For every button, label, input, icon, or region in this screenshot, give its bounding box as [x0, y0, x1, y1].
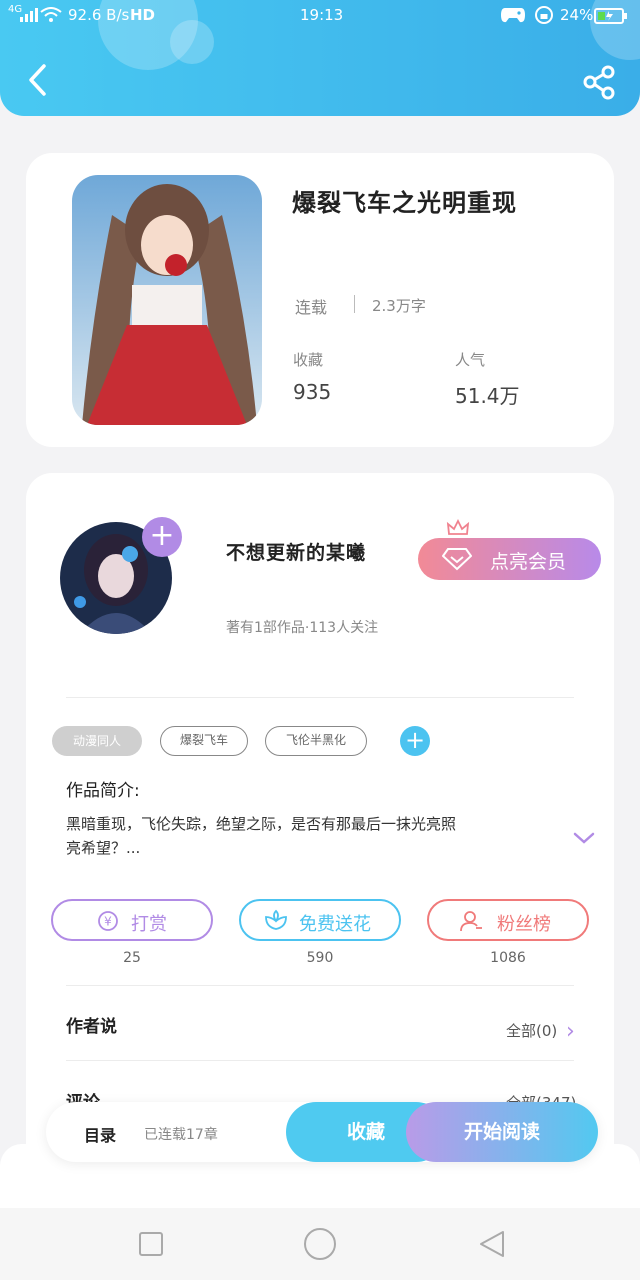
send-flower-button[interactable]: 免费送花: [239, 899, 401, 941]
fan-ranking-button[interactable]: 粉丝榜: [427, 899, 589, 941]
system-nav-bar: [0, 1208, 640, 1280]
favorites-value: 935: [293, 380, 332, 404]
intro-label: 作品简介:: [66, 781, 140, 801]
recent-apps-button[interactable]: [138, 1231, 164, 1257]
chevron-left-icon: [29, 64, 46, 96]
flower-icon: [265, 909, 287, 930]
divider: [354, 295, 355, 313]
reward-label: 打赏: [131, 914, 167, 935]
section-divider: [66, 697, 574, 698]
wifi-icon: [40, 7, 62, 27]
section-divider: [66, 985, 574, 986]
user-icon: [460, 911, 482, 932]
author-says-title: 作者说: [66, 1017, 117, 1037]
lock-rotation-icon: [534, 5, 554, 29]
popularity-label: 人气: [455, 351, 486, 369]
battery-icon: [594, 8, 628, 28]
vip-button[interactable]: 点亮会员: [418, 518, 601, 580]
chevron-right-icon: ›: [566, 1019, 575, 1044]
hd-call-icon: HD: [130, 6, 156, 24]
tag-chip[interactable]: 动漫同人: [52, 726, 142, 756]
author-stats: 著有1部作品·113人关注: [226, 620, 379, 636]
fan-ranking-label: 粉丝榜: [497, 914, 551, 935]
diamond-icon: [442, 548, 472, 571]
book-cover-image[interactable]: [72, 175, 262, 425]
chevron-down-icon: [573, 832, 595, 844]
flower-count: 590: [306, 950, 334, 966]
reward-count: 25: [123, 950, 141, 966]
popularity-value: 51.4万: [455, 384, 520, 408]
gamepad-icon: [500, 6, 526, 28]
word-count: 2.3万字: [372, 297, 426, 315]
tag-chip[interactable]: 爆裂飞车: [160, 726, 248, 756]
chapter-count: 已连载17章: [144, 1127, 218, 1143]
author-says-count: 全部(0): [506, 1022, 558, 1040]
back-nav-button[interactable]: [478, 1229, 506, 1259]
network-speed: 92.6 B/s: [68, 6, 130, 24]
share-button[interactable]: [580, 64, 618, 100]
start-reading-button[interactable]: 开始阅读: [406, 1102, 598, 1162]
author-says-link[interactable]: 全部(0) ›: [506, 1017, 575, 1044]
back-button[interactable]: [22, 62, 58, 98]
section-divider: [66, 1060, 574, 1061]
intro-text-line1: 黑暗重现，飞伦失踪，绝望之际，是否有那最后一抹光亮照: [66, 815, 457, 833]
tag-chip[interactable]: 飞伦半黑化: [265, 726, 367, 756]
clock: 19:13: [300, 6, 344, 24]
home-button[interactable]: [303, 1227, 337, 1261]
author-name: 不想更新的某曦: [226, 542, 367, 564]
fan-count: 1086: [490, 950, 526, 966]
share-icon: [583, 65, 615, 100]
book-title: 爆裂飞车之光明重现: [292, 189, 517, 217]
intro-text-line2: 亮希望？...: [66, 839, 141, 857]
book-status: 连载: [295, 298, 328, 317]
catalog-button[interactable]: 目录: [84, 1122, 116, 1146]
send-flower-label: 免费送花: [299, 914, 371, 935]
signal-bars-icon: [20, 8, 38, 26]
status-bar: 4G 92.6 B/s HD 19:13 24%: [0, 0, 640, 32]
yen-coin-icon: ¥: [98, 911, 118, 931]
expand-intro-button[interactable]: [572, 830, 596, 850]
crown-icon: [446, 518, 470, 535]
favorites-label: 收藏: [293, 351, 324, 369]
add-tag-button[interactable]: +: [400, 726, 430, 756]
vip-button-label: 点亮会员: [490, 551, 567, 573]
follow-author-button[interactable]: +: [142, 517, 182, 557]
battery-percent: 24%: [560, 6, 594, 24]
reward-button[interactable]: ¥ 打赏: [51, 899, 213, 941]
svg-text:¥: ¥: [104, 915, 112, 929]
